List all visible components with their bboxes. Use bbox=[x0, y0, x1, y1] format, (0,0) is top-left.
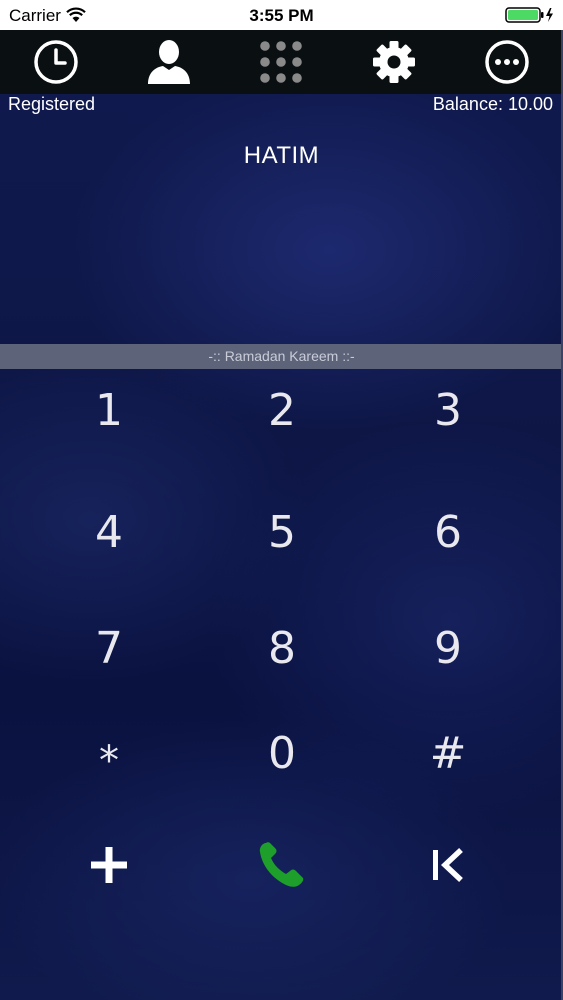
gear-icon bbox=[373, 41, 416, 83]
person-icon bbox=[147, 40, 190, 84]
backspace-button[interactable] bbox=[383, 820, 513, 910]
dialer-screen: Carrier 3:55 PM Registered Balance: 10.0… bbox=[0, 0, 563, 1000]
more-icon bbox=[484, 40, 529, 84]
phone-icon bbox=[259, 842, 304, 887]
add-button[interactable] bbox=[44, 820, 174, 910]
key-7[interactable]: 7 bbox=[44, 603, 174, 693]
key-4[interactable]: 4 bbox=[44, 487, 174, 577]
key-1[interactable]: 1 bbox=[44, 365, 174, 455]
clock-icon bbox=[34, 40, 79, 84]
battery-icon bbox=[505, 7, 553, 23]
account-info-row: Registered Balance: 10.00 bbox=[0, 94, 563, 118]
key-8[interactable]: 8 bbox=[217, 603, 347, 693]
key-9[interactable]: 9 bbox=[383, 603, 513, 693]
registration-status: Registered bbox=[8, 94, 96, 114]
key-3[interactable]: 3 bbox=[383, 365, 513, 455]
caller-name: HATIM bbox=[243, 142, 320, 169]
key-star[interactable]: * bbox=[44, 708, 174, 806]
status-bar: Carrier 3:55 PM bbox=[0, 0, 563, 30]
nav-more-button[interactable] bbox=[476, 34, 538, 90]
dial-number-input[interactable] bbox=[20, 200, 547, 322]
key-2[interactable]: 2 bbox=[217, 365, 347, 455]
plus-icon bbox=[91, 847, 127, 883]
balance-label: Balance: 10.00 bbox=[432, 94, 553, 114]
top-nav-bar bbox=[0, 30, 563, 94]
keypad-grid-icon bbox=[260, 41, 303, 83]
backspace-icon bbox=[433, 847, 463, 883]
nav-settings-button[interactable] bbox=[363, 34, 425, 90]
key-0[interactable]: 0 bbox=[217, 708, 347, 798]
nav-keypad-button[interactable] bbox=[250, 34, 312, 90]
key-5[interactable]: 5 bbox=[217, 487, 347, 577]
key-hash[interactable]: # bbox=[383, 708, 513, 798]
nav-history-button[interactable] bbox=[25, 34, 87, 90]
nav-contacts-button[interactable] bbox=[138, 34, 200, 90]
status-time: 3:55 PM bbox=[249, 6, 314, 25]
key-6[interactable]: 6 bbox=[383, 487, 513, 577]
call-button[interactable] bbox=[217, 820, 347, 910]
